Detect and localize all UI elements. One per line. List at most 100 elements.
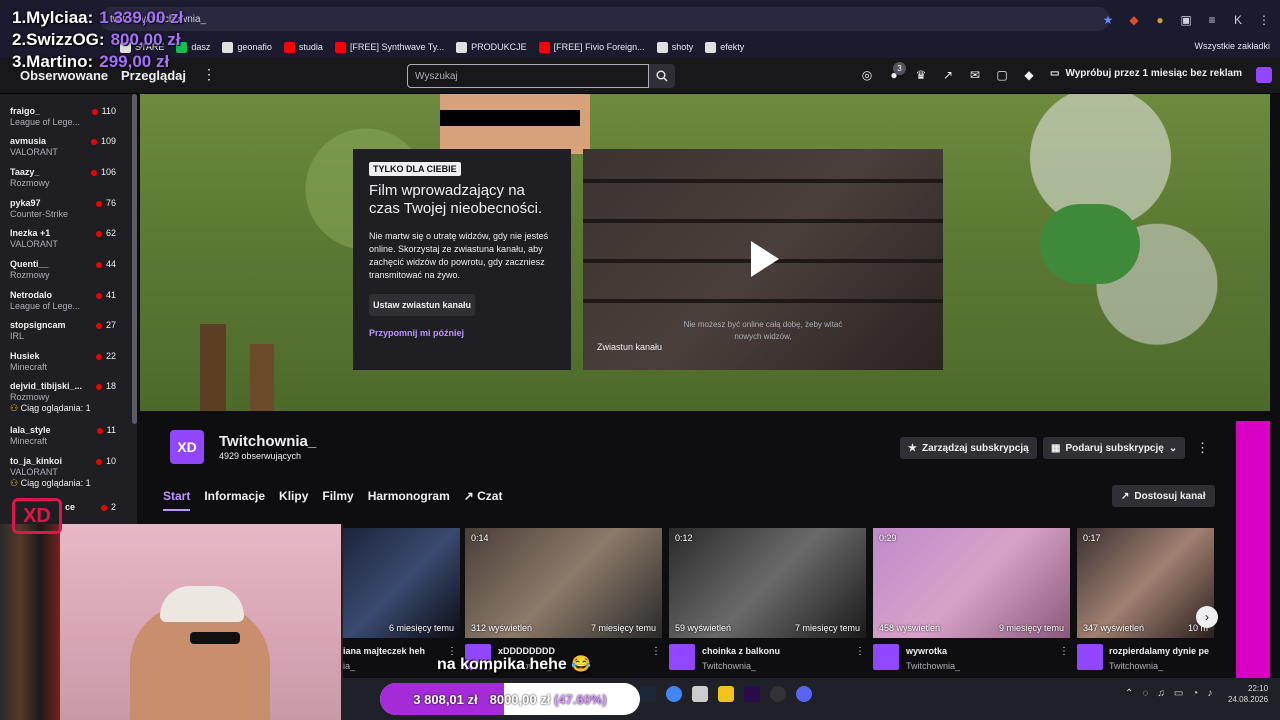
channel-logo[interactable]: XD bbox=[170, 430, 204, 464]
bookmark-item[interactable]: shoty bbox=[656, 41, 693, 53]
clip-thumbnail[interactable]: 0:14 312 wyświetleń 7 miesięcy temu bbox=[465, 528, 662, 638]
clip-channel[interactable]: Twitchownia_ bbox=[1109, 661, 1163, 671]
taskbar-clock[interactable]: 22:10 24.08.2026 bbox=[1228, 683, 1268, 705]
sidebar-channel[interactable]: Taazy_ Rozmowy 106 bbox=[10, 167, 130, 188]
clip-title[interactable]: iana majteczek heh bbox=[343, 646, 425, 656]
clip-menu-icon[interactable]: ⋮ bbox=[651, 646, 661, 657]
system-tray: ⌃ ◌ ♫ ▭ ◔ ♪ bbox=[1125, 688, 1212, 699]
profile-avatar[interactable]: K bbox=[1230, 12, 1246, 28]
sidebar-channel[interactable]: fraigo_ League of Lege... 110 bbox=[10, 106, 130, 127]
set-trailer-button[interactable]: Ustaw zwiastun kanału bbox=[369, 294, 476, 316]
clip-avatar[interactable] bbox=[873, 644, 899, 670]
clip-menu-icon[interactable]: ⋮ bbox=[1059, 646, 1069, 657]
extension-icon[interactable]: ◆ bbox=[1126, 12, 1142, 28]
browser-menu-icon[interactable]: ⋮ bbox=[1256, 12, 1272, 28]
all-bookmarks[interactable]: Wszystkie zakładki bbox=[1194, 41, 1270, 51]
clip-menu-icon[interactable]: ⋮ bbox=[855, 646, 865, 657]
sidebar-channel[interactable]: Husiek Minecraft 22 bbox=[10, 351, 130, 372]
sidebar-channel[interactable]: stopsigncam IRL 27 bbox=[10, 320, 130, 341]
external-link-icon: ↗ bbox=[463, 489, 478, 503]
bookmark-item[interactable]: efekty bbox=[705, 41, 744, 53]
user-avatar[interactable] bbox=[1256, 67, 1272, 83]
bits-icon[interactable]: ◆ bbox=[1022, 67, 1036, 83]
tab-videos[interactable]: Filmy bbox=[322, 489, 353, 511]
chevron-down-icon: ⌄ bbox=[1168, 442, 1178, 454]
clip-title[interactable]: rozpierdalamy dynie pe bbox=[1109, 646, 1209, 656]
tab-clips[interactable]: Klipy bbox=[279, 489, 308, 511]
display-icon[interactable]: ▭ bbox=[1174, 688, 1183, 699]
bookmark-item[interactable]: [FREE] Fivio Foreign... bbox=[538, 41, 645, 53]
volume-icon[interactable]: ♪ bbox=[1207, 688, 1212, 699]
tab-info[interactable]: Informacje bbox=[204, 489, 265, 511]
external-link-icon: ↗ bbox=[1121, 490, 1130, 502]
bookmark-item[interactable]: [FREE] Synthwave Ty... bbox=[334, 41, 444, 53]
whispers-icon[interactable]: ▢ bbox=[995, 67, 1009, 83]
gift-subscription-button[interactable]: ▦ Podaruj subskrypcję ⌄ bbox=[1043, 437, 1186, 459]
extension-icon-2[interactable]: ● bbox=[1152, 12, 1168, 28]
remind-later-link[interactable]: Przypomnij mi później bbox=[369, 328, 555, 338]
folder-icon[interactable] bbox=[718, 686, 734, 702]
bookmark-item[interactable]: studia bbox=[283, 41, 323, 53]
inbox-icon[interactable]: ✉ bbox=[968, 67, 982, 83]
manage-subscription-button[interactable]: ★ Zarządzaj subskrypcją bbox=[900, 437, 1037, 459]
premiere-icon[interactable] bbox=[744, 686, 760, 702]
gift-icon: ▦ bbox=[1051, 442, 1061, 454]
trailer-subtitle: Nie możesz być online całą dobę, żeby wi… bbox=[683, 320, 843, 341]
prime-icon[interactable]: ♛ bbox=[914, 67, 928, 83]
chrome-icon[interactable] bbox=[666, 686, 682, 702]
more-menu-icon[interactable]: ⋮ bbox=[202, 66, 216, 83]
clip-channel[interactable]: Twitchownia_ bbox=[906, 661, 960, 671]
trailer-video[interactable]: Nie możesz być online całą dobę, żeby wi… bbox=[583, 149, 943, 370]
search-input[interactable]: Wyszukaj bbox=[407, 64, 649, 88]
trending-icon[interactable]: ↗ bbox=[941, 67, 955, 83]
discord-icon[interactable] bbox=[796, 686, 812, 702]
steam-icon[interactable] bbox=[640, 686, 656, 702]
tab-schedule[interactable]: Harmonogram bbox=[368, 489, 450, 511]
sidebar-channel[interactable]: Netrodalo League of Lege... 41 bbox=[10, 290, 130, 311]
bookmark-item[interactable]: geonafio bbox=[222, 41, 272, 53]
sidebar-channel[interactable]: pyka97 Counter-Strike 76 bbox=[10, 198, 130, 219]
star-icon: ★ bbox=[908, 442, 917, 454]
clip-channel[interactable]: ia_ bbox=[343, 661, 355, 671]
clip-title[interactable]: choinka z balkonu bbox=[702, 646, 780, 656]
search-button[interactable] bbox=[649, 64, 675, 88]
play-icon[interactable] bbox=[751, 241, 779, 277]
sidebar-channel[interactable]: avmusia VALORANT 109 bbox=[10, 136, 130, 157]
clip-thumbnail[interactable]: 0:17 347 wyświetleń 10 m bbox=[1077, 528, 1214, 638]
activity-icon[interactable]: ◎ bbox=[860, 67, 874, 83]
sidebar-channel[interactable]: Inezka +1 VALORANT 62 bbox=[10, 228, 130, 249]
obs-icon[interactable] bbox=[770, 686, 786, 702]
tab-start[interactable]: Start bbox=[163, 489, 191, 511]
clip-thumbnail[interactable]: 0:29 458 wyświetleń 9 miesięcy temu bbox=[873, 528, 1070, 638]
sidebar-scrollbar[interactable] bbox=[132, 94, 137, 424]
sidebar-channel[interactable]: dejvid_tibijski_... Rozmowy ⚇ Ciąg oglądan… bbox=[10, 381, 130, 414]
customize-channel-button[interactable]: ↗ Dostosuj kanał bbox=[1112, 485, 1215, 507]
streamer-webcam bbox=[0, 524, 343, 720]
bookmark-star-icon[interactable]: ★ bbox=[1100, 12, 1116, 28]
clip-title[interactable]: wywrotka bbox=[906, 646, 947, 656]
reading-list-icon[interactable]: ≡ bbox=[1204, 12, 1220, 28]
extensions-puzzle-icon[interactable]: ▣ bbox=[1178, 12, 1194, 28]
clip-avatar[interactable] bbox=[669, 644, 695, 670]
mic-icon[interactable]: ♫ bbox=[1157, 688, 1165, 699]
clip-thumbnail[interactable]: 0:12 59 wyświetleń 7 miesięcy temu bbox=[669, 528, 866, 638]
sidebar-channel[interactable]: lala_style Minecraft 11 bbox=[10, 425, 130, 446]
chevron-right-icon[interactable]: › bbox=[1196, 606, 1218, 628]
wifi-icon[interactable]: ◔ bbox=[1192, 688, 1198, 699]
chevron-up-icon[interactable]: ⌃ bbox=[1125, 688, 1133, 699]
bookmark-item[interactable]: dasz bbox=[176, 41, 210, 53]
clip-avatar[interactable] bbox=[1077, 644, 1103, 670]
browser-toolbar: twitch.tv/twitchownia_ ★ ◆ ● ▣ ≡ K ⋮ bbox=[0, 4, 1280, 34]
address-bar[interactable]: twitch.tv/twitchownia_ bbox=[100, 7, 1110, 31]
bookmark-item[interactable]: PRODUKCJE bbox=[456, 41, 527, 53]
tab-chat[interactable]: ↗ Czat bbox=[464, 489, 503, 511]
clip-channel[interactable]: Twitchownia_ bbox=[702, 661, 756, 671]
sidebar-channel[interactable]: to_ja_kinkoi VALORANT ⚇ Ciąg oglądania: 11… bbox=[10, 456, 130, 489]
more-options-icon[interactable]: ⋮ bbox=[1196, 440, 1209, 456]
try-ad-free-button[interactable]: ▭ Wypróbuj przez 1 miesiąc bez reklam bbox=[1050, 68, 1242, 79]
ranking-entry-2: 2.SwizzOG: 800,00 zł bbox=[12, 30, 181, 49]
app-icon[interactable] bbox=[692, 686, 708, 702]
clip-thumbnail[interactable]: 6 miesięcy temu bbox=[343, 528, 460, 638]
network-icon[interactable]: ◌ bbox=[1142, 688, 1148, 699]
sidebar-channel[interactable]: Quenti__ Rozmowy 44 bbox=[10, 259, 130, 280]
